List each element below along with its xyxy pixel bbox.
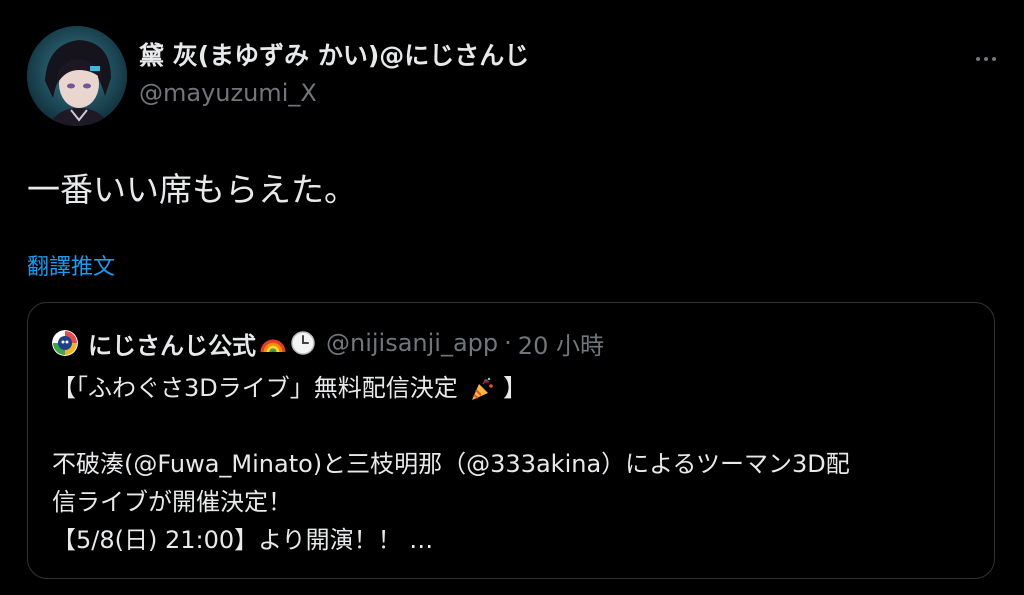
author-display-name[interactable]: 黛 灰(まゆずみ かい)@にじさんじ <box>139 40 529 72</box>
author-avatar[interactable] <box>27 26 127 126</box>
quoted-tweet-card[interactable]: にじさんじ公式 @nijisanji_app · 20 小時 【「ふわぐさ3Dラ… <box>27 302 995 579</box>
quoted-tweet-line: 【「ふわぐさ3Dライブ」無料配信決定 】 <box>52 369 972 407</box>
tweet-card: 黛 灰(まゆずみ かい)@にじさんじ @mayuzumi_X 一番いい席もらえた… <box>0 0 1024 595</box>
clock-icon <box>290 330 316 356</box>
quoted-tweet-line: 【5/8(日) 21:00】より開演！！ … <box>52 526 434 554</box>
more-options-button[interactable] <box>970 46 1002 72</box>
quoted-tweet-line: 信ライブが開催決定！ <box>52 488 292 516</box>
quoted-tweet-header: にじさんじ公式 @nijisanji_app · 20 小時 <box>52 326 604 361</box>
quoted-tweet-line-text: 】 <box>503 374 528 402</box>
party-popper-icon <box>469 376 495 402</box>
separator-dot: · <box>504 329 512 357</box>
more-horizontal-icon-dot <box>984 57 988 61</box>
more-horizontal-icon-dot <box>992 57 996 61</box>
quoted-author-handle[interactable]: @nijisanji_app <box>326 329 498 357</box>
translate-tweet-link[interactable]: 翻譯推文 <box>27 253 115 283</box>
tweet-text: 一番いい席もらえた。 <box>27 170 357 209</box>
author-handle[interactable]: @mayuzumi_X <box>139 78 317 108</box>
quoted-tweet-timestamp[interactable]: 20 小時 <box>518 326 604 361</box>
quoted-author-avatar[interactable] <box>52 330 78 356</box>
quoted-tweet-text: 【「ふわぐさ3Dライブ」無料配信決定 】 不破湊(@Fuwa_Minato)と三… <box>52 369 972 559</box>
more-horizontal-icon <box>976 57 980 61</box>
quoted-tweet-line-text: 【「ふわぐさ3Dライブ」無料配信決定 <box>52 374 458 402</box>
quoted-tweet-line: 不破湊(@Fuwa_Minato)と三枝明那（@333akina）によるツーマン… <box>52 450 850 478</box>
rainbow-icon <box>260 330 286 356</box>
quoted-author-display-name[interactable]: にじさんじ公式 <box>88 326 256 361</box>
